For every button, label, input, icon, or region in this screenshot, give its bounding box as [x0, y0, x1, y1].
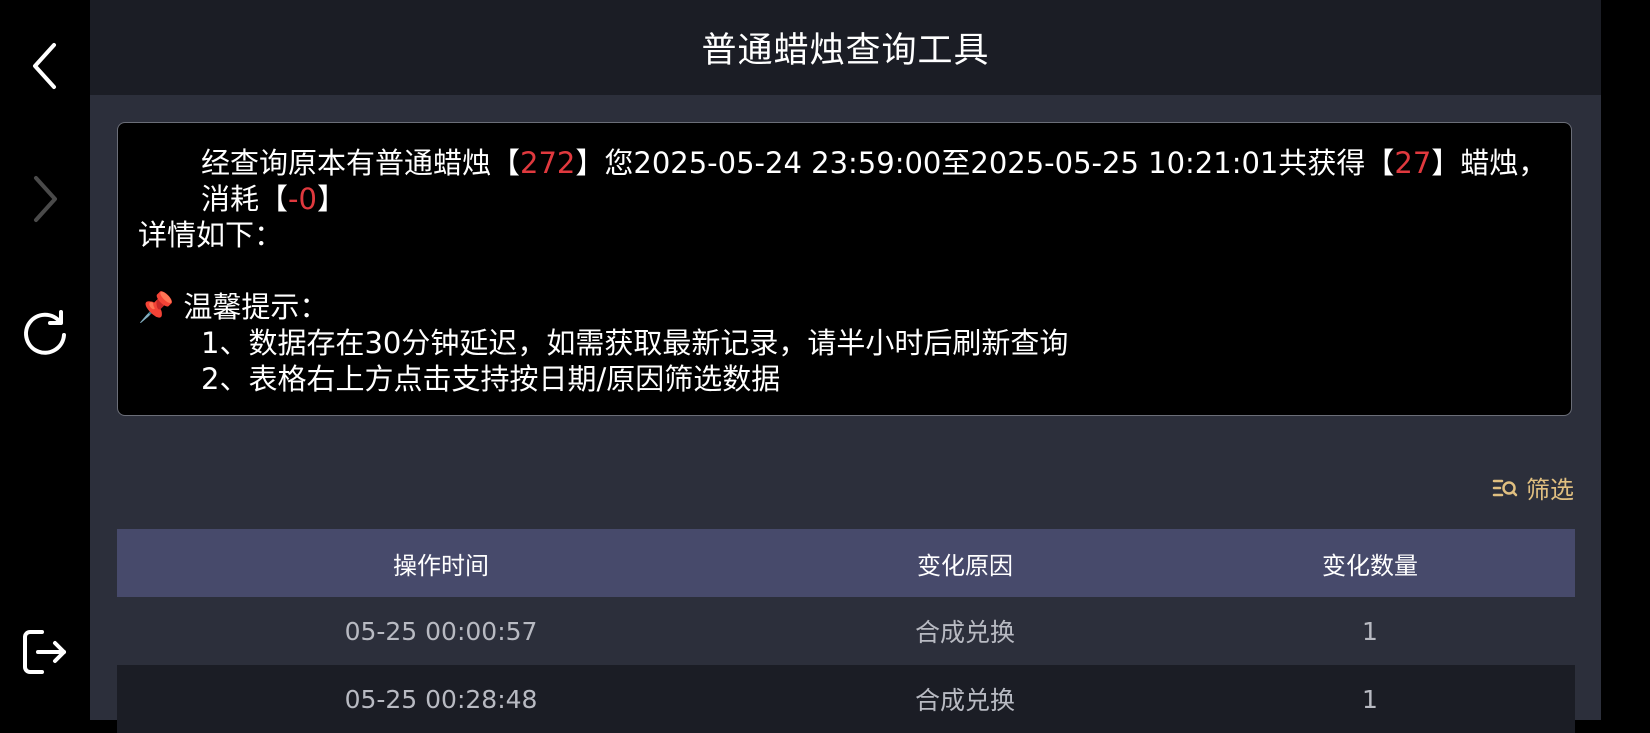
tip-item-2: 2、表格右上方点击支持按日期/原因筛选数据	[201, 362, 781, 396]
consumed-count: -0	[288, 182, 317, 216]
table-row: 05-25 00:00:57 合成兑换 1	[117, 597, 1575, 665]
details-label: 详情如下：	[138, 218, 284, 252]
filter-search-icon	[1492, 479, 1518, 496]
original-count: 272	[520, 146, 576, 180]
cell-reason: 合成兑换	[914, 686, 1015, 715]
cell-amount: 1	[1362, 616, 1378, 646]
tip-title-line: 📌 温馨提示：	[138, 289, 1551, 325]
filter-button[interactable]: 筛选	[1492, 470, 1574, 505]
cell-time: 05-25 00:00:57	[344, 616, 538, 646]
left-nav-rail	[0, 0, 90, 720]
summary-text: 经查询原本有普通蜡烛【272】您2025-05-24 23:59:00至2025…	[201, 146, 1548, 216]
cell-reason: 合成兑换	[914, 618, 1015, 647]
gained-count: 27	[1394, 146, 1432, 180]
forward-button[interactable]	[15, 169, 75, 229]
column-header-time: 操作时间	[393, 551, 489, 580]
page-header: 普通蜡烛查询工具	[90, 0, 1601, 95]
query-result-box: 经查询原本有普通蜡烛【272】您2025-05-24 23:59:00至2025…	[117, 122, 1572, 416]
record-table: 操作时间 变化原因 变化数量 05-25 00:00:57 合成兑换 1 05-…	[117, 529, 1575, 733]
chevron-right-icon	[34, 176, 57, 222]
table-row: 05-25 00:28:48 合成兑换 1	[117, 665, 1575, 733]
refresh-icon	[24, 310, 66, 355]
cell-time: 05-25 00:28:48	[344, 684, 538, 714]
refresh-button[interactable]	[15, 303, 75, 363]
page-title: 普通蜡烛查询工具	[701, 31, 990, 71]
cell-amount: 1	[1362, 684, 1378, 714]
tip-title: 温馨提示：	[183, 290, 329, 324]
column-header-amount: 变化数量	[1322, 551, 1418, 580]
table-header-row: 操作时间 变化原因 变化数量	[117, 529, 1575, 597]
column-header-reason: 变化原因	[917, 551, 1013, 580]
chevron-left-icon	[33, 43, 56, 89]
tip-item-1: 1、数据存在30分钟延迟，如需获取最新记录，请半小时后刷新查询	[201, 326, 1069, 360]
back-button[interactable]	[15, 36, 75, 96]
exit-button[interactable]	[15, 622, 75, 682]
exit-icon	[23, 630, 66, 674]
right-edge	[1601, 0, 1650, 720]
main-content: 普通蜡烛查询工具 经查询原本有普通蜡烛【272】您2025-05-24 23:5…	[90, 0, 1601, 733]
filter-label: 筛选	[1526, 476, 1574, 504]
pushpin-icon: 📌	[138, 290, 175, 324]
